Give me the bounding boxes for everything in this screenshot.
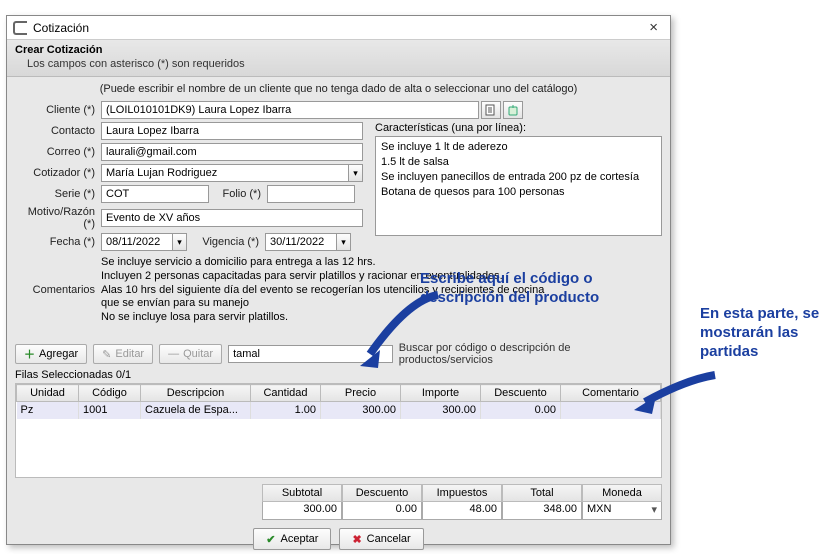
agregar-button[interactable]: ＋ Agregar: [15, 344, 87, 364]
cliente-lookup-button[interactable]: [481, 101, 501, 119]
contacto-input[interactable]: [101, 122, 363, 140]
fecha-picker[interactable]: ▾: [173, 233, 187, 251]
cotizador-dropdown[interactable]: ▾: [349, 164, 363, 182]
tv-moneda[interactable]: MXN ▾: [582, 502, 662, 520]
th-moneda: Moneda: [582, 484, 662, 502]
vigencia-input[interactable]: [265, 233, 337, 251]
app-icon: [13, 21, 27, 35]
label-serie: Serie (*): [15, 188, 101, 200]
th-descuento: Descuento: [342, 484, 422, 502]
cell-unidad[interactable]: Pz: [17, 402, 79, 419]
cell-descuento[interactable]: 0.00: [481, 402, 561, 419]
cell-precio[interactable]: 300.00: [321, 402, 401, 419]
aceptar-label: Aceptar: [281, 533, 319, 545]
close-button[interactable]: ×: [643, 19, 664, 36]
editar-button[interactable]: ✎ Editar: [93, 344, 153, 364]
label-caracteristicas: Características (una por línea):: [375, 122, 662, 134]
label-cliente: Cliente (*): [15, 104, 101, 116]
label-correo: Correo (*): [15, 146, 101, 158]
editar-label: Editar: [115, 348, 144, 360]
tv-subtotal: 300.00: [262, 502, 342, 520]
window-title: Cotización: [33, 21, 643, 35]
cell-importe[interactable]: 300.00: [401, 402, 481, 419]
label-fecha: Fecha (*): [15, 236, 101, 248]
header-band: Crear Cotización Los campos con asterisc…: [7, 40, 670, 77]
callout-search: Escribe aquí el código o descripción del…: [420, 270, 680, 308]
content-area: (Puede escribir el nombre de un cliente …: [7, 77, 670, 554]
arrow-to-grid: [630, 370, 720, 420]
col-cantidad[interactable]: Cantidad: [251, 385, 321, 402]
label-contacto: Contacto: [15, 125, 101, 137]
header-subtitle: Los campos con asterisco (*) son requeri…: [15, 58, 662, 70]
cotizador-input[interactable]: [101, 164, 349, 182]
cell-codigo[interactable]: 1001: [79, 402, 141, 419]
label-vigencia: Vigencia (*): [187, 236, 265, 248]
callout-grid: En esta parte, se mostrarán las partidas: [700, 305, 830, 361]
cell-descripcion[interactable]: Cazuela de Espa...: [141, 402, 251, 419]
fecha-input[interactable]: [101, 233, 173, 251]
tv-total: 348.00: [502, 502, 582, 520]
check-icon: ✔: [266, 533, 275, 546]
titlebar: Cotización ×: [7, 16, 670, 40]
tv-descuento: 0.00: [342, 502, 422, 520]
label-motivo: Motivo/Razón (*): [15, 206, 101, 230]
folio-input[interactable]: [267, 185, 355, 203]
col-descripcion[interactable]: Descripcion: [141, 385, 251, 402]
caracteristicas-textarea[interactable]: Se incluye 1 lt de aderezo 1.5 lt de sal…: [375, 136, 662, 236]
cancelar-label: Cancelar: [367, 533, 411, 545]
th-subtotal: Subtotal: [262, 484, 342, 502]
pencil-icon: ✎: [102, 348, 111, 361]
col-precio[interactable]: Precio: [321, 385, 401, 402]
label-comentarios: Comentarios: [15, 256, 101, 296]
cliente-add-button[interactable]: [503, 101, 523, 119]
line-items-grid[interactable]: Unidad Código Descripcion Cantidad Preci…: [15, 383, 662, 478]
th-impuestos: Impuestos: [422, 484, 502, 502]
plus-icon: ＋: [24, 346, 35, 362]
totals-bar: Subtotal300.00 Descuento0.00 Impuestos48…: [15, 484, 662, 520]
minus-icon: —: [168, 348, 179, 360]
moneda-value: MXN: [587, 503, 611, 515]
cell-cantidad[interactable]: 1.00: [251, 402, 321, 419]
label-cotizador: Cotizador (*): [15, 167, 101, 179]
motivo-input[interactable]: [101, 209, 363, 227]
label-folio: Folio (*): [209, 188, 267, 200]
cancelar-button[interactable]: ✖ Cancelar: [339, 528, 423, 550]
cliente-input[interactable]: [101, 101, 479, 119]
col-codigo[interactable]: Código: [79, 385, 141, 402]
cancel-icon: ✖: [352, 533, 361, 546]
vigencia-picker[interactable]: ▾: [337, 233, 351, 251]
chevron-down-icon: ▾: [651, 503, 657, 516]
aceptar-button[interactable]: ✔ Aceptar: [253, 528, 331, 550]
table-row[interactable]: Pz 1001 Cazuela de Espa... 1.00 300.00 3…: [17, 402, 661, 419]
tv-impuestos: 48.00: [422, 502, 502, 520]
quitar-label: Quitar: [183, 348, 213, 360]
client-hint: (Puede escribir el nombre de un cliente …: [15, 83, 662, 95]
agregar-label: Agregar: [39, 348, 78, 360]
rows-selected-label: Filas Seleccionadas 0/1: [15, 369, 662, 381]
col-descuento[interactable]: Descuento: [481, 385, 561, 402]
arrow-to-search: [358, 290, 448, 370]
header-title: Crear Cotización: [15, 44, 662, 56]
quitar-button[interactable]: — Quitar: [159, 344, 222, 364]
serie-input[interactable]: [101, 185, 209, 203]
col-unidad[interactable]: Unidad: [17, 385, 79, 402]
correo-input[interactable]: [101, 143, 363, 161]
col-importe[interactable]: Importe: [401, 385, 481, 402]
th-total: Total: [502, 484, 582, 502]
